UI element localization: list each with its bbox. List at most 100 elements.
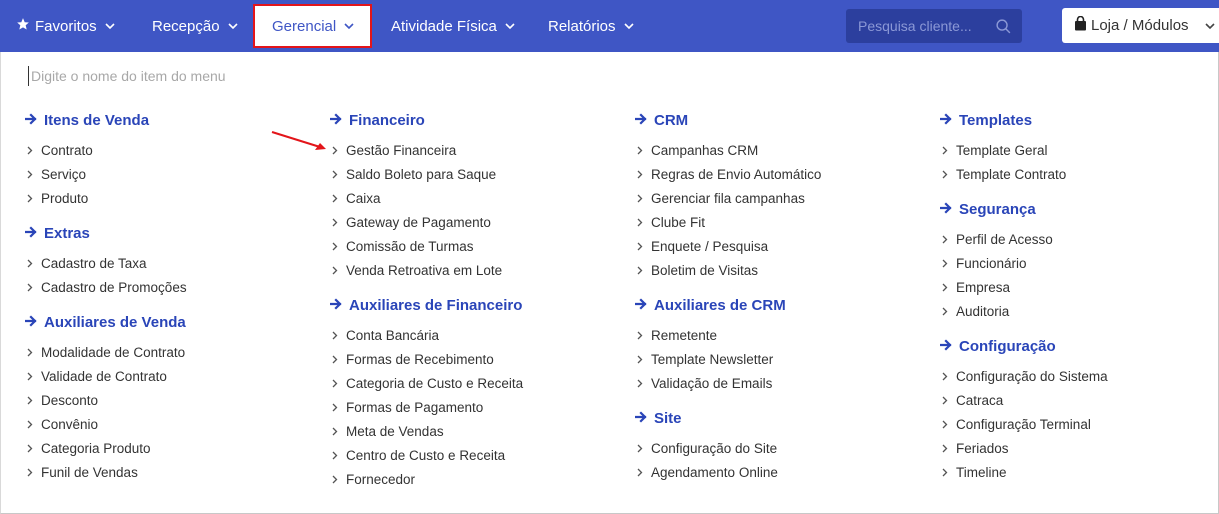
- chevron-right-icon: [942, 393, 956, 408]
- menu-item[interactable]: Feriados: [940, 436, 1108, 460]
- menu-item-label: Remetente: [651, 327, 718, 343]
- menu-item[interactable]: Categoria de Custo e Receita: [330, 371, 523, 395]
- chevron-right-icon: [942, 143, 956, 158]
- section-item-list: Conta Bancária Formas de Recebimento Categ…: [330, 323, 523, 491]
- chevron-right-icon: [27, 417, 41, 432]
- section-title: Financeiro: [329, 110, 523, 130]
- menu-item[interactable]: Formas de Recebimento: [330, 347, 523, 371]
- menu-item[interactable]: Cadastro de Taxa: [25, 251, 187, 275]
- arrow-right-icon: [939, 112, 952, 129]
- menu-item[interactable]: Remetente: [635, 323, 821, 347]
- menu-item[interactable]: Conta Bancária: [330, 323, 523, 347]
- menu-item[interactable]: Catraca: [940, 388, 1108, 412]
- gerencial-dropdown-panel: Itens de Venda Contrato Serviço Produto Extr…: [0, 52, 1219, 514]
- chevron-right-icon: [27, 441, 41, 456]
- menu-item[interactable]: Template Contrato: [940, 162, 1108, 186]
- chevron-right-icon: [942, 304, 956, 319]
- menu-item-label: Configuração Terminal: [956, 416, 1091, 432]
- menu-column: Itens de Venda Contrato Serviço Produto Extr…: [24, 110, 187, 497]
- menu-item[interactable]: Validação de Emails: [635, 371, 821, 395]
- chevron-right-icon: [27, 369, 41, 384]
- menu-item[interactable]: Template Geral: [940, 138, 1108, 162]
- section-title-label: Templates: [959, 111, 1033, 129]
- chevron-right-icon: [637, 465, 651, 480]
- menu-item[interactable]: Formas de Pagamento: [330, 395, 523, 419]
- menu-item[interactable]: Venda Retroativa em Lote: [330, 258, 523, 282]
- menu-item[interactable]: Timeline: [940, 460, 1108, 484]
- menu-item[interactable]: Meta de Vendas: [330, 419, 523, 443]
- star-icon: [16, 17, 30, 35]
- menu-item[interactable]: Cadastro de Promoções: [25, 275, 187, 299]
- menu-item[interactable]: Validade de Contrato: [25, 364, 187, 388]
- section-item-list: Template Geral Template Contrato: [940, 138, 1108, 186]
- arrow-right-icon: [24, 225, 37, 242]
- shopping-bag-icon: [1074, 15, 1087, 35]
- menu-item[interactable]: Gateway de Pagamento: [330, 210, 523, 234]
- menu-item-label: Serviço: [41, 166, 87, 182]
- menu-item[interactable]: Configuração do Sistema: [940, 364, 1108, 388]
- menu-item[interactable]: Serviço: [25, 162, 187, 186]
- menu-item[interactable]: Campanhas CRM: [635, 138, 821, 162]
- menu-item[interactable]: Categoria Produto: [25, 436, 187, 460]
- menu-item-label: Auditoria: [956, 303, 1010, 319]
- chevron-right-icon: [332, 472, 346, 487]
- nav-atividade-fisica[interactable]: Atividade Física: [391, 0, 515, 52]
- menu-item[interactable]: Caixa: [330, 186, 523, 210]
- section-item-list: Modalidade de Contrato Validade de Contra…: [25, 340, 187, 484]
- menu-item[interactable]: Contrato: [25, 138, 187, 162]
- client-search-input[interactable]: [846, 18, 986, 34]
- menu-item[interactable]: Desconto: [25, 388, 187, 412]
- nav-favoritos[interactable]: Favoritos: [16, 0, 115, 52]
- arrow-right-icon: [939, 201, 952, 218]
- menu-item[interactable]: Funcionário: [940, 251, 1108, 275]
- menu-item[interactable]: Boletim de Visitas: [635, 258, 821, 282]
- chevron-right-icon: [27, 143, 41, 158]
- section-title: Extras: [24, 223, 187, 243]
- section-title-label: Extras: [44, 224, 90, 242]
- chevron-down-icon: [227, 22, 238, 30]
- chevron-right-icon: [27, 465, 41, 480]
- chevron-right-icon: [637, 441, 651, 456]
- menu-item[interactable]: Agendamento Online: [635, 460, 821, 484]
- menu-item[interactable]: Configuração do Site: [635, 436, 821, 460]
- menu-item[interactable]: Gerenciar fila campanhas: [635, 186, 821, 210]
- chevron-right-icon: [637, 215, 651, 230]
- menu-item[interactable]: Clube Fit: [635, 210, 821, 234]
- menu-item[interactable]: Convênio: [25, 412, 187, 436]
- menu-item-label: Meta de Vendas: [346, 423, 444, 439]
- menu-item-label: Gateway de Pagamento: [346, 214, 491, 230]
- menu-item[interactable]: Fornecedor: [330, 467, 523, 491]
- annotation-arrow: [271, 131, 326, 150]
- menu-item-label: Categoria de Custo e Receita: [346, 375, 524, 391]
- search-icon[interactable]: [995, 18, 1012, 40]
- chevron-right-icon: [332, 239, 346, 254]
- nav-gerencial[interactable]: Gerencial: [253, 4, 373, 48]
- chevron-right-icon: [27, 167, 41, 182]
- menu-item-label: Cadastro de Promoções: [41, 279, 187, 295]
- menu-item-label: Enquete / Pesquisa: [651, 238, 769, 254]
- menu-item[interactable]: Saldo Boleto para Saque: [330, 162, 523, 186]
- menu-item[interactable]: Gestão Financeira: [330, 138, 523, 162]
- menu-item-label: Categoria Produto: [41, 440, 151, 456]
- section-title-label: Financeiro: [349, 111, 425, 129]
- menu-item-label: Centro de Custo e Receita: [346, 447, 506, 463]
- menu-item[interactable]: Perfil de Acesso: [940, 227, 1108, 251]
- loja-modulos-button[interactable]: Loja / Módulos: [1062, 8, 1219, 43]
- menu-item[interactable]: Empresa: [940, 275, 1108, 299]
- menu-item[interactable]: Comissão de Turmas: [330, 234, 523, 258]
- menu-item[interactable]: Centro de Custo e Receita: [330, 443, 523, 467]
- menu-item-label: Produto: [41, 190, 89, 206]
- nav-recepcao[interactable]: Recepção: [152, 0, 238, 52]
- menu-item[interactable]: Auditoria: [940, 299, 1108, 323]
- menu-item[interactable]: Modalidade de Contrato: [25, 340, 187, 364]
- menu-item[interactable]: Enquete / Pesquisa: [635, 234, 821, 258]
- arrow-right-icon: [24, 314, 37, 331]
- menu-item[interactable]: Configuração Terminal: [940, 412, 1108, 436]
- menu-item[interactable]: Produto: [25, 186, 187, 210]
- nav-atividade-fisica-label: Atividade Física: [391, 17, 497, 35]
- nav-relatorios[interactable]: Relatórios: [548, 0, 634, 52]
- menu-filter-input[interactable]: [28, 66, 528, 86]
- menu-item[interactable]: Regras de Envio Automático: [635, 162, 821, 186]
- menu-item[interactable]: Funil de Vendas: [25, 460, 187, 484]
- menu-item[interactable]: Template Newsletter: [635, 347, 821, 371]
